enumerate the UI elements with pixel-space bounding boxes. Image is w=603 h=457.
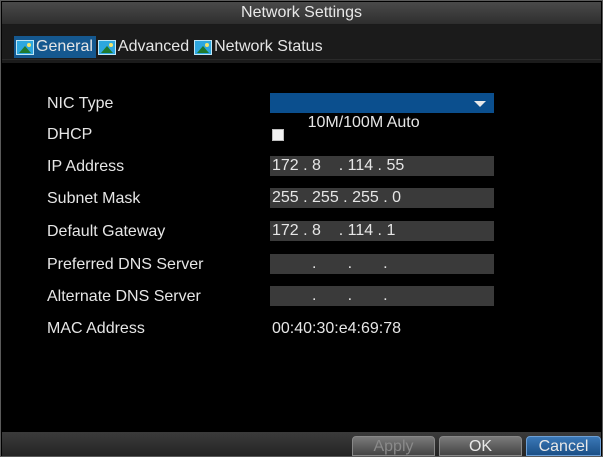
nic-type-row: NIC Type 10M/100M Auto xyxy=(2,93,601,131)
preferred-dns-row: Preferred DNS Server . . . xyxy=(2,254,601,276)
default-gateway-row: Default Gateway 172 . 8 . 114 . 1 xyxy=(2,221,601,243)
tab-advanced[interactable]: Advanced xyxy=(96,36,192,58)
default-gateway-label: Default Gateway xyxy=(47,223,166,240)
tab-general-label: General xyxy=(36,38,93,55)
chevron-down-icon[interactable] xyxy=(474,101,486,107)
mac-address-value: 00:40:30:e4:69:78 xyxy=(272,320,402,337)
dhcp-checkbox[interactable] xyxy=(272,129,284,141)
tab-network-status-label: Network Status xyxy=(214,38,323,55)
landscape-picture-icon xyxy=(194,39,213,55)
subnet-mask-label: Subnet Mask xyxy=(47,190,141,207)
mac-address-label: MAC Address xyxy=(47,320,145,337)
general-settings-panel: NIC Type 10M/100M Auto DHCP IP Address 1… xyxy=(2,63,601,432)
button-bar: Apply OK Cancel xyxy=(2,432,601,456)
window-title: Network Settings xyxy=(2,2,601,25)
subnet-mask-row: Subnet Mask 255 . 255 . 255 . 0 xyxy=(2,188,601,210)
tab-row: General Advanced Network Status xyxy=(14,36,326,58)
ok-button[interactable]: OK xyxy=(439,436,522,456)
nic-type-label: NIC Type xyxy=(47,95,114,112)
preferred-dns-label: Preferred DNS Server xyxy=(47,256,204,273)
alternate-dns-row: Alternate DNS Server . . . xyxy=(2,286,601,308)
landscape-picture-icon xyxy=(16,39,34,55)
alternate-dns-input[interactable]: . . . xyxy=(270,286,494,306)
nic-type-select[interactable]: 10M/100M Auto xyxy=(270,93,494,131)
dhcp-row: DHCP xyxy=(2,124,601,146)
default-gateway-input[interactable]: 172 . 8 . 114 . 1 xyxy=(270,221,494,241)
mac-address-row: MAC Address 00:40:30:e4:69:78 xyxy=(2,318,601,340)
tab-divider xyxy=(2,59,601,60)
ip-address-row: IP Address 172 . 8 . 114 . 55 xyxy=(2,156,601,178)
subnet-mask-input[interactable]: 255 . 255 . 255 . 0 xyxy=(270,188,494,208)
ip-address-label: IP Address xyxy=(47,158,125,175)
tab-network-status[interactable]: Network Status xyxy=(192,36,325,58)
tab-bar: General Advanced Network Status xyxy=(2,25,601,63)
apply-button[interactable]: Apply xyxy=(352,436,435,456)
preferred-dns-input[interactable]: . . . xyxy=(270,254,494,274)
tab-advanced-label: Advanced xyxy=(117,38,190,55)
ip-address-input[interactable]: 172 . 8 . 114 . 55 xyxy=(270,156,494,176)
cancel-button[interactable]: Cancel xyxy=(526,436,601,456)
dhcp-label: DHCP xyxy=(47,126,93,143)
tab-general[interactable]: General xyxy=(14,36,96,58)
network-settings-window: Network Settings General Advanced Networ… xyxy=(0,0,603,457)
landscape-picture-icon xyxy=(97,39,116,55)
alternate-dns-label: Alternate DNS Server xyxy=(47,288,201,305)
